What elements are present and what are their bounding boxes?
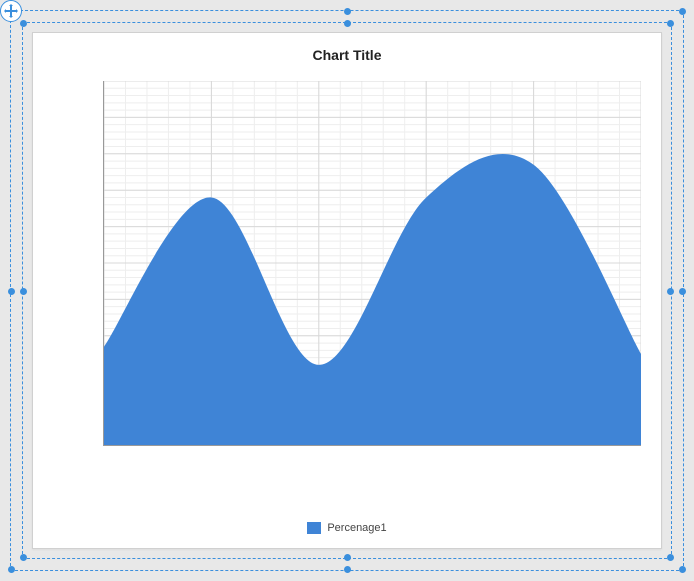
resize-handle-inner-tl[interactable]	[20, 20, 27, 27]
y-tick-label: 40	[103, 293, 104, 305]
resize-handle-inner-bm[interactable]	[344, 554, 351, 561]
x-tick-label: C	[315, 445, 323, 446]
resize-handle-inner-tr[interactable]	[667, 20, 674, 27]
y-tick-label: 10	[103, 403, 104, 415]
x-tick-label: E	[530, 445, 537, 446]
x-tick-label: A	[103, 445, 108, 446]
resize-handle-inner-tm[interactable]	[344, 20, 351, 27]
resize-handle-rm[interactable]	[679, 288, 686, 295]
resize-handle-br[interactable]	[679, 566, 686, 573]
resize-handle-tr[interactable]	[679, 8, 686, 15]
resize-handle-inner-rm[interactable]	[667, 288, 674, 295]
y-tick-label: 20	[103, 366, 104, 378]
chart-card[interactable]: Chart Title 0102030405060708090100ABCDEF…	[32, 32, 662, 549]
plot-area: 0102030405060708090100ABCDEF	[103, 81, 641, 446]
legend-label-0: Percenage1	[327, 522, 386, 534]
y-tick-label: 60	[103, 221, 104, 233]
y-tick-label: 50	[103, 257, 104, 269]
plot-area-wrap: 0102030405060708090100ABCDEF	[73, 73, 641, 468]
resize-handle-inner-br[interactable]	[667, 554, 674, 561]
legend: Percenage1	[33, 522, 661, 534]
resize-handle-bm[interactable]	[344, 566, 351, 573]
move-icon	[4, 4, 18, 18]
x-tick-label: F	[638, 445, 641, 446]
chart-title: Chart Title	[33, 47, 661, 63]
y-tick-label: 30	[103, 330, 104, 342]
resize-handle-tm[interactable]	[344, 8, 351, 15]
y-tick-label: 90	[103, 111, 104, 123]
resize-handle-inner-lm[interactable]	[20, 288, 27, 295]
x-tick-label: B	[208, 445, 215, 446]
resize-handle-inner-bl[interactable]	[20, 554, 27, 561]
chart-svg	[104, 81, 641, 445]
y-tick-label: 80	[103, 148, 104, 160]
x-tick-label: D	[422, 445, 430, 446]
y-tick-label: 100	[103, 81, 104, 87]
move-handle[interactable]	[0, 0, 22, 22]
y-tick-label: 70	[103, 184, 104, 196]
resize-handle-bl[interactable]	[8, 566, 15, 573]
resize-handle-lm[interactable]	[8, 288, 15, 295]
legend-swatch-0	[307, 522, 321, 534]
